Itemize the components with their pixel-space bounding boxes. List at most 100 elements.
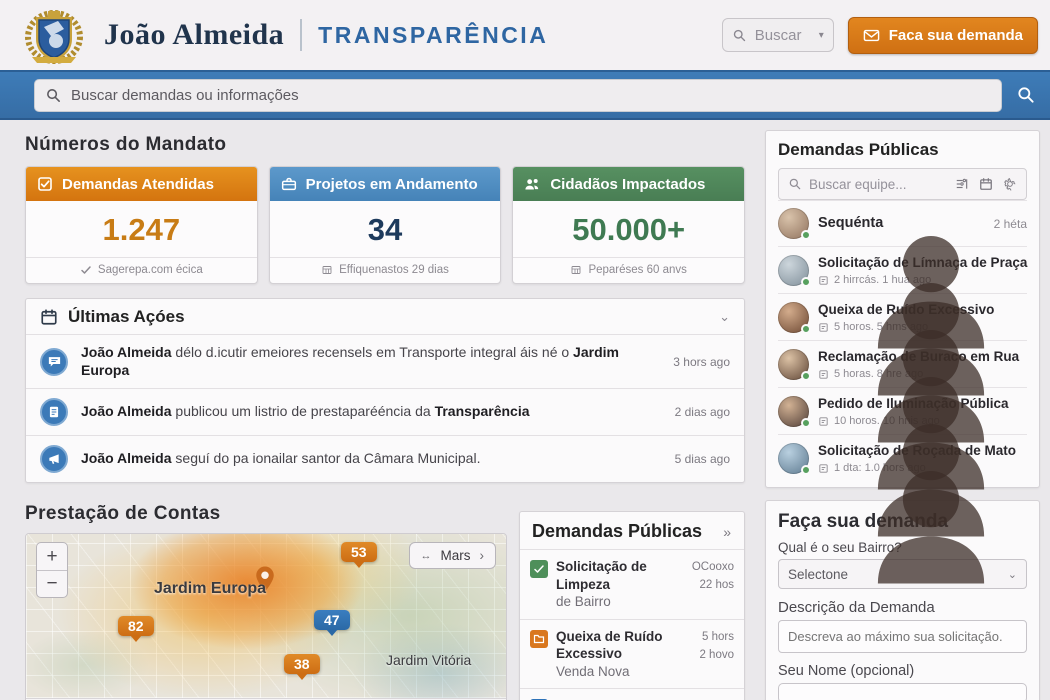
header: João Almeida TRANSPARÊNCIA Buscar ▾ Faca… xyxy=(0,0,1050,70)
demand-item[interactable]: Solicitação de Limpeza de Bairro OCooxo 22… xyxy=(520,549,744,619)
demand-location: de Bairro xyxy=(556,594,611,609)
map-zoom-control: + − xyxy=(36,542,68,598)
demandas-title: Demandas Públicas xyxy=(532,521,702,542)
search-icon xyxy=(788,177,802,191)
header-search-label: Buscar xyxy=(755,27,802,44)
search-submit-icon[interactable] xyxy=(1016,85,1036,105)
map-marker-38[interactable]: 38 xyxy=(284,654,320,674)
stat-label: Demandas Atendidas xyxy=(62,176,214,193)
descricao-input[interactable] xyxy=(778,620,1027,653)
check-square-icon xyxy=(37,176,53,192)
avatar xyxy=(778,255,809,286)
global-search-input[interactable]: Buscar demandas ou informações xyxy=(34,79,1002,112)
map-marker-53[interactable]: 53 xyxy=(341,542,377,562)
online-status-dot xyxy=(801,324,811,334)
demand-location: Venda Nova xyxy=(556,664,630,679)
avatar xyxy=(778,208,809,239)
demand-item[interactable]: Queixa de Ruído Excessivo Venda Nova 5 ho… xyxy=(520,619,744,689)
sidebar-search-input[interactable]: Buscar equipe... xyxy=(778,168,1027,200)
stat-value: 50.000+ xyxy=(513,201,744,257)
zoom-out-button[interactable]: − xyxy=(37,570,67,597)
coat-of-arms-logo xyxy=(22,5,86,65)
online-status-dot xyxy=(801,371,811,381)
sidebar-title: Demandas Públicas xyxy=(778,140,1027,160)
action-author: João Almeida xyxy=(81,450,172,466)
chevron-down-icon[interactable]: ⌄ xyxy=(719,309,730,325)
site-title: João Almeida xyxy=(104,18,284,52)
sidebar-demandas-panel: Demandas Públicas Buscar equipe... Sequé… xyxy=(765,130,1040,488)
transparency-portal: João Almeida TRANSPARÊNCIA Buscar ▾ Faca… xyxy=(0,0,1050,700)
stat-value: 1.247 xyxy=(26,201,257,257)
zoom-in-button[interactable]: + xyxy=(37,543,67,570)
online-status-dot xyxy=(801,230,811,240)
action-text: délo d.icutir emeiores recensels em Tran… xyxy=(175,344,569,360)
demand-meta: OCooxo xyxy=(692,561,734,573)
online-status-dot xyxy=(801,418,811,428)
stat-card-projetos: Projetos em Andamento 34 Effiquenastos 2… xyxy=(269,166,502,284)
stat-footnote: Peparéses 60 anvs xyxy=(588,264,686,276)
check-square-icon xyxy=(533,563,545,575)
map-area-label: Jardim Vitória xyxy=(386,652,471,668)
section-title-prestacao: Prestação de Contas xyxy=(25,503,507,525)
check-icon xyxy=(80,264,92,276)
stat-value: 34 xyxy=(270,201,501,257)
arrows-icon: ↔ xyxy=(421,550,432,562)
demand-item[interactable]: Reclamação de Buraco emRua, Jardim Europ… xyxy=(520,688,744,700)
avatar xyxy=(778,443,809,474)
ultimas-acoes-panel: Últimas Açóes ⌄ João Almeida délo d.icut… xyxy=(25,298,745,483)
descricao-label: Descrição da Demanda xyxy=(778,599,1027,616)
action-row[interactable]: João Almeida publicou um listrio de pres… xyxy=(26,388,744,435)
action-author: João Almeida xyxy=(81,403,172,419)
map-panel: + − ↔ Mars › 53 82 47 38 xyxy=(25,533,507,700)
action-text: seguí do pa ionailar santor da Câmara Mu… xyxy=(175,450,480,466)
megaphone-icon xyxy=(47,452,61,466)
chat-bubble-icon xyxy=(47,354,62,369)
stat-footnote: Effiquenastos 29 dias xyxy=(339,264,449,276)
faca-sua-demanda-button[interactable]: Faca sua demanda xyxy=(848,17,1038,54)
stat-card-demandas: Demandas Atendidas 1.247 Sagerepa.com éc… xyxy=(25,166,258,284)
title-divider xyxy=(300,19,302,51)
filter-icon[interactable] xyxy=(955,177,969,191)
action-highlight: Transparência xyxy=(435,403,530,419)
nome-label: Seu Nome (opcional) xyxy=(778,663,1027,679)
global-search-placeholder: Buscar demandas ou informações xyxy=(71,87,299,104)
map-marker-47[interactable]: 47 xyxy=(314,610,350,630)
document-icon xyxy=(47,405,61,419)
stat-card-cidadaos: Cidadãos Impactados 50.000+ Peparéses 60… xyxy=(512,166,745,284)
online-status-dot xyxy=(801,465,811,475)
map-marker-82[interactable]: 82 xyxy=(118,616,154,636)
stat-label: Projetos em Andamento xyxy=(306,176,478,193)
action-time: 2 dias ago xyxy=(667,405,730,419)
map-month-control[interactable]: ↔ Mars › xyxy=(409,542,497,569)
action-row[interactable]: João Almeida seguí do pa ionailar santor… xyxy=(26,435,744,482)
stat-label: Cidadãos Impactados xyxy=(550,176,705,193)
expand-icon[interactable]: » xyxy=(723,524,732,540)
site-brand: TRANSPARÊNCIA xyxy=(318,22,548,49)
stat-footnote: Sagerepa.com écica xyxy=(98,264,203,276)
demand-title: Queixa de Ruído Excessivo xyxy=(556,629,663,662)
demand-meta: 5 hors xyxy=(702,631,734,643)
person-icon xyxy=(781,446,1050,596)
sidebar-search-placeholder: Buscar equipe... xyxy=(809,177,948,192)
users-icon xyxy=(524,176,541,193)
cta-label: Faca sua demanda xyxy=(889,27,1023,44)
action-author: João Almeida xyxy=(81,344,172,360)
header-search-dropdown[interactable]: Buscar ▾ xyxy=(722,18,834,52)
demand-meta: 22 hos xyxy=(699,579,734,591)
action-time: 5 dias ago xyxy=(667,452,730,466)
demandas-publicas-panel: Demandas Públicas » Solicitação de Limpe… xyxy=(519,511,745,700)
calendar-icon[interactable] xyxy=(979,177,993,191)
demand-meta: 2 hovo xyxy=(699,649,734,661)
action-row[interactable]: João Almeida délo d.icutir emeiores rece… xyxy=(26,334,744,388)
grid-icon xyxy=(570,264,582,276)
city-map[interactable]: + − ↔ Mars › 53 82 47 38 xyxy=(26,534,506,698)
map-area-label: Jardim Europa xyxy=(154,580,266,598)
gear-icon[interactable] xyxy=(1003,177,1017,191)
briefcase-icon xyxy=(281,176,297,192)
sidebar-list-item[interactable]: Sequénta 2 héta xyxy=(778,200,1027,246)
ultimas-acoes-title: Últimas Açóes xyxy=(68,307,185,327)
action-time: 3 hors ago xyxy=(665,355,730,369)
nome-input[interactable] xyxy=(778,683,1027,700)
online-status-dot xyxy=(801,277,811,287)
demand-title: Solicitação de Limpeza xyxy=(556,559,647,592)
